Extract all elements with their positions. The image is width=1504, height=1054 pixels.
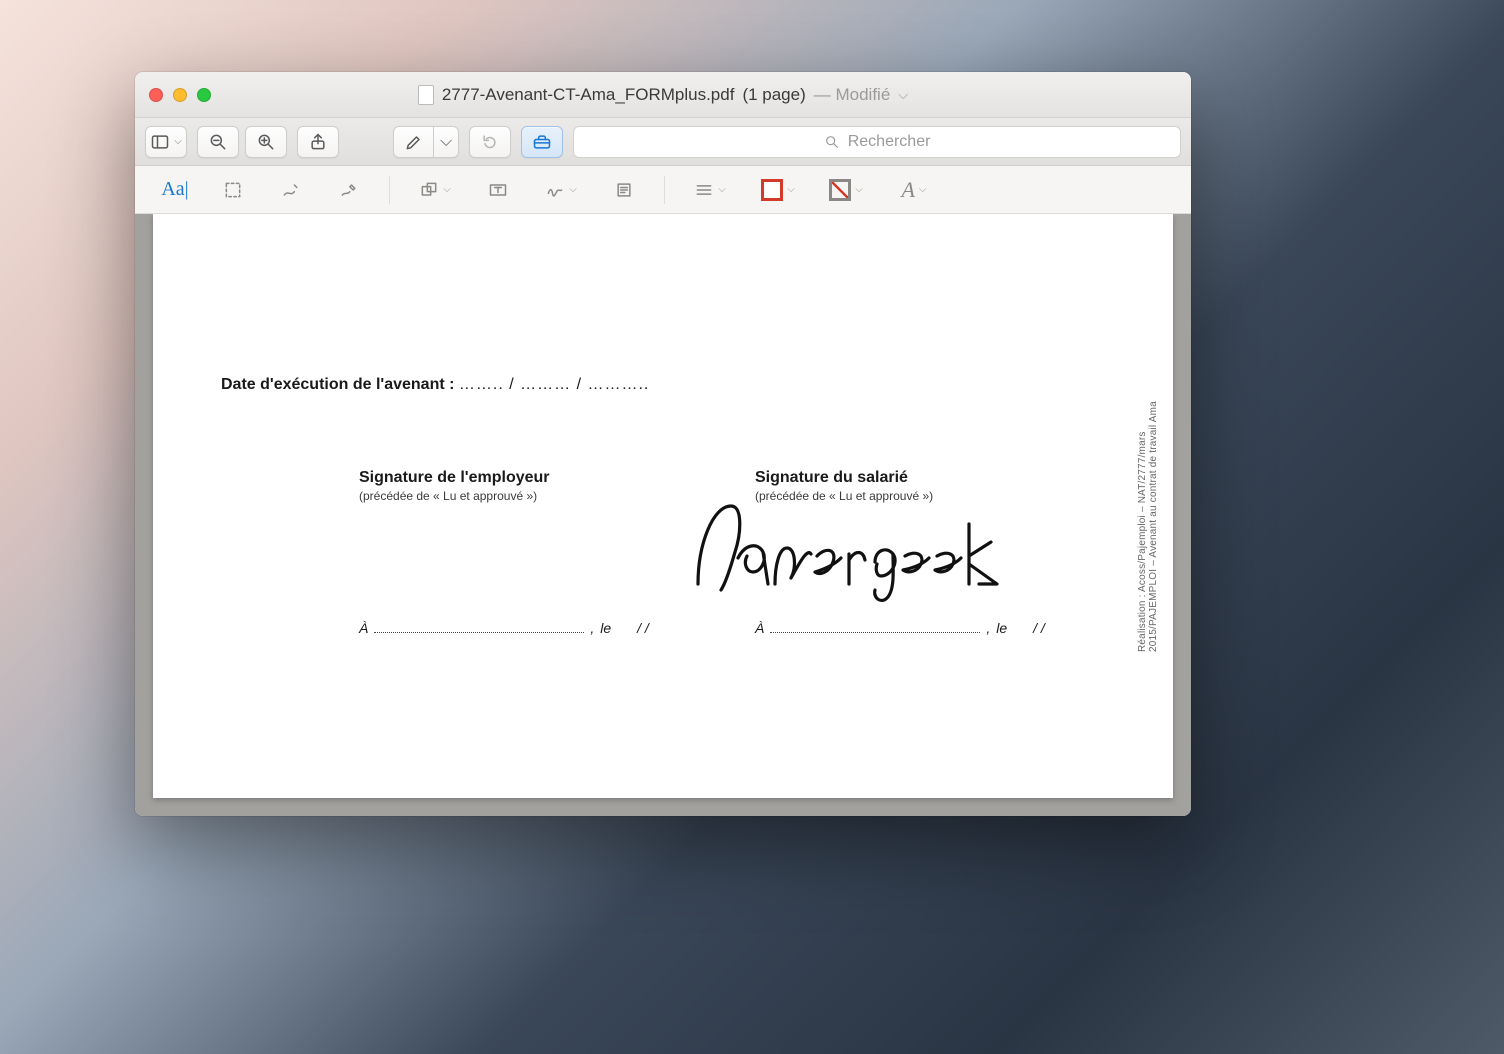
separator xyxy=(389,176,390,204)
date-slashes: / / xyxy=(1033,620,1045,636)
title-filename: 2777-Avenant-CT-Ama_FORMplus.pdf xyxy=(442,85,735,105)
side-credits: Réalisation : Acoss/Pajemploi – NAT/2777… xyxy=(1137,360,1159,652)
highlight-button[interactable] xyxy=(393,126,433,158)
document-icon xyxy=(418,85,434,105)
line-weight-icon xyxy=(694,180,714,200)
search-placeholder: Rechercher xyxy=(848,133,931,151)
note-tool[interactable] xyxy=(598,173,650,207)
employee-place-line: À , le / / xyxy=(755,620,1045,636)
text-cursor-icon: Aa| xyxy=(161,178,188,201)
toolbox-icon xyxy=(532,132,552,152)
place-dotline xyxy=(770,621,980,633)
title-dropdown-icon[interactable]: ⌵ xyxy=(898,87,908,103)
date-label: Date d'exécution de l'avenant : xyxy=(221,376,454,393)
chevron-down-icon: ⌵ xyxy=(443,184,451,195)
highlighter-icon xyxy=(404,132,424,152)
highlight-menu-button[interactable]: ⌵ xyxy=(433,126,459,158)
title-pageinfo: (1 page) xyxy=(742,85,805,105)
execution-date-line: Date d'exécution de l'avenant : …….. / …… xyxy=(221,376,649,394)
sign-tool[interactable]: ⌵ xyxy=(530,173,592,207)
employer-signature-block: Signature de l'employeur (précédée de « … xyxy=(359,469,699,503)
text-style-tool[interactable]: A ⌵ xyxy=(883,173,945,207)
preview-window: 2777-Avenant-CT-Ama_FORMplus.pdf (1 page… xyxy=(135,72,1191,816)
zoom-out-icon xyxy=(208,132,228,152)
place-prefix: À xyxy=(755,620,764,636)
share-icon xyxy=(308,132,328,152)
share-button[interactable] xyxy=(297,126,339,158)
sidebar-icon xyxy=(150,132,170,152)
search-field[interactable]: Rechercher xyxy=(573,126,1181,158)
document-viewport[interactable]: Date d'exécution de l'avenant : …….. / …… xyxy=(135,214,1191,816)
draw-icon xyxy=(339,180,359,200)
employer-sig-sub: (précédée de « Lu et approuvé ») xyxy=(359,489,699,503)
border-color-tool[interactable]: ⌵ xyxy=(747,173,809,207)
highlight-split-button[interactable]: ⌵ xyxy=(393,126,459,158)
employer-place-line: À , le / / xyxy=(359,620,649,636)
text-style-icon: A xyxy=(901,177,914,203)
minimize-button[interactable] xyxy=(173,88,187,102)
window-title: 2777-Avenant-CT-Ama_FORMplus.pdf (1 page… xyxy=(135,72,1191,117)
fill-color-swatch xyxy=(829,179,851,201)
textbox-icon xyxy=(488,180,508,200)
line-weight-tool[interactable]: ⌵ xyxy=(679,173,741,207)
sketch-icon xyxy=(281,180,301,200)
draw-tool[interactable] xyxy=(323,173,375,207)
sketch-tool[interactable] xyxy=(265,173,317,207)
place-prefix: À xyxy=(359,620,368,636)
main-toolbar: ⌵ Rechercher xyxy=(135,118,1191,166)
zoom-in-button[interactable] xyxy=(245,126,287,158)
signature-annotation[interactable] xyxy=(683,494,1003,604)
date-dots: …….. / ……… / ……….. xyxy=(459,376,649,393)
date-slashes: / / xyxy=(637,620,649,636)
markup-toolbar: Aa| ⌵ ⌵ xyxy=(135,166,1191,214)
sidebar-toggle-button[interactable] xyxy=(145,126,187,158)
zoom-button[interactable] xyxy=(197,88,211,102)
employer-sig-title: Signature de l'employeur xyxy=(359,469,699,487)
chevron-down-icon: ⌵ xyxy=(440,133,452,151)
traffic-lights xyxy=(149,88,211,102)
signature-icon xyxy=(545,180,565,200)
title-modified: — Modifié xyxy=(814,85,891,105)
place-dotline xyxy=(374,621,584,633)
chevron-down-icon: ⌵ xyxy=(787,184,795,195)
close-button[interactable] xyxy=(149,88,163,102)
marquee-icon xyxy=(223,180,243,200)
zoom-in-icon xyxy=(256,132,276,152)
border-color-swatch xyxy=(761,179,783,201)
date-prefix: le xyxy=(996,620,1007,636)
chevron-down-icon: ⌵ xyxy=(569,184,577,195)
zoom-out-button[interactable] xyxy=(197,126,239,158)
chevron-down-icon: ⌵ xyxy=(718,184,726,195)
note-icon xyxy=(614,180,634,200)
pdf-page[interactable]: Date d'exécution de l'avenant : …….. / …… xyxy=(153,214,1173,798)
search-icon xyxy=(824,134,840,150)
shapes-tool[interactable]: ⌵ xyxy=(404,173,466,207)
desktop-background: 2777-Avenant-CT-Ama_FORMplus.pdf (1 page… xyxy=(0,0,1504,1054)
rotate-button[interactable] xyxy=(469,126,511,158)
textbox-tool[interactable] xyxy=(472,173,524,207)
fill-color-tool[interactable]: ⌵ xyxy=(815,173,877,207)
rectangular-selection-tool[interactable] xyxy=(207,173,259,207)
text-selection-tool[interactable]: Aa| xyxy=(149,173,201,207)
chevron-down-icon: ⌵ xyxy=(919,184,927,195)
window-titlebar: 2777-Avenant-CT-Ama_FORMplus.pdf (1 page… xyxy=(135,72,1191,118)
rotate-icon xyxy=(480,132,500,152)
chevron-down-icon: ⌵ xyxy=(855,184,863,195)
markup-toolbar-button[interactable] xyxy=(521,126,563,158)
separator xyxy=(664,176,665,204)
date-prefix: le xyxy=(600,620,611,636)
employee-sig-title: Signature du salarié xyxy=(755,469,1095,487)
shapes-icon xyxy=(419,180,439,200)
